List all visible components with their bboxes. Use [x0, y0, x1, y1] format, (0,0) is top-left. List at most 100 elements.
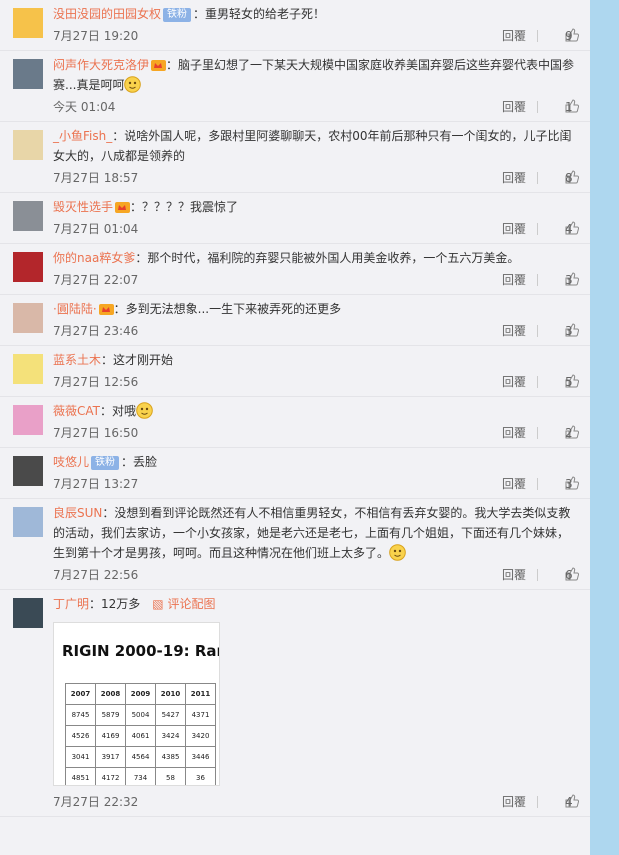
reply-button[interactable]: 回覆 — [502, 24, 526, 48]
image-title: RIGIN 2000-19: Rank — [62, 642, 220, 660]
comment-text: ：这才刚开始 — [101, 353, 174, 367]
comment-meta: 7月27日 22:07 回覆 3 — [53, 268, 580, 294]
timestamp: 7月27日 01:04 — [53, 222, 139, 236]
pic-link[interactable]: ▧ 评论配图 — [152, 597, 215, 611]
like-count: 8 — [565, 171, 573, 185]
reply-button[interactable]: 回覆 — [502, 421, 526, 445]
table-cell: 2008 — [95, 683, 126, 705]
table-cell: 5879 — [95, 704, 126, 726]
avatar[interactable] — [13, 405, 43, 435]
avatar[interactable] — [13, 59, 43, 89]
timestamp: 7月27日 22:32 — [53, 795, 139, 809]
comment-content: 你的naa粹女爹：那个时代，福利院的弃婴只能被外国人用美金收养，一个五六万美金。 — [53, 244, 580, 268]
username-link[interactable]: 薇薇CAT — [53, 404, 100, 418]
avatar[interactable] — [13, 201, 43, 231]
avatar[interactable] — [13, 303, 43, 333]
comment-item: 你的naa粹女爹：那个时代，福利院的弃婴只能被外国人用美金收养，一个五六万美金。… — [0, 244, 590, 295]
divider — [537, 274, 538, 286]
reply-button[interactable]: 回覆 — [502, 268, 526, 292]
table-cell: 2010 — [155, 683, 186, 705]
comment-meta: 7月27日 13:27 回覆 3 — [53, 472, 580, 498]
comment-text: ：？？？？我震惊了 — [130, 200, 239, 214]
username-link[interactable]: 良辰SUN — [53, 506, 102, 520]
right-sidebar — [590, 0, 619, 855]
comment-meta: 今天 01:04 回覆 1 — [53, 95, 580, 121]
avatar[interactable] — [13, 130, 43, 160]
reply-button[interactable]: 回覆 — [502, 95, 526, 119]
like-count: 2 — [565, 426, 573, 440]
comment-content: 没田没园的田园女权 铁粉 ：重男轻女的给老子死！ — [53, 0, 580, 24]
username-link[interactable]: 丁广明 — [53, 597, 89, 611]
timestamp: 7月27日 12:56 — [53, 375, 139, 389]
username-link[interactable]: 你的naa粹女爹 — [53, 251, 135, 265]
reply-button[interactable]: 回覆 — [502, 217, 526, 241]
comment-text: ：12万多 — [89, 597, 141, 611]
divider — [537, 223, 538, 235]
avatar[interactable] — [13, 456, 43, 486]
timestamp: 7月27日 19:20 — [53, 29, 139, 43]
comment-item: 薇薇CAT：对哦 7月27日 16:50 回覆 2 — [0, 397, 590, 448]
reply-button[interactable]: 回覆 — [502, 790, 526, 814]
comment-text: ：丢脸 — [121, 455, 158, 469]
timestamp: 7月27日 23:46 — [53, 324, 139, 338]
comment-content: 毁灭性选手 ：？？？？我震惊了 — [53, 193, 580, 217]
comment-meta: 7月27日 16:50 回覆 2 — [53, 421, 580, 447]
timestamp: 7月27日 22:07 — [53, 273, 139, 287]
table-cell: 3446 — [185, 746, 216, 768]
comment-image[interactable]: RIGIN 2000-19: Rank 2007 2008 2009 2010 2011… — [53, 622, 220, 786]
table-cell: 36 — [185, 767, 216, 785]
timestamp: 7月27日 18:57 — [53, 171, 139, 185]
avatar[interactable] — [13, 507, 43, 537]
reply-button[interactable]: 回覆 — [502, 563, 526, 587]
comment-content: 闷声作大死克洛伊 ：脑子里幻想了一下某天大规模中国家庭收养美国弃婴后这些弃婴代表中… — [53, 51, 580, 95]
timestamp: 7月27日 16:50 — [53, 426, 139, 440]
like-count: 9 — [565, 29, 573, 43]
table-cell: 3917 — [95, 746, 126, 768]
avatar[interactable] — [13, 252, 43, 282]
comment-text: ：那个时代，福利院的弃婴只能被外国人用美金收养，一个五六万美金。 — [135, 251, 520, 265]
comment-content: ·圓陆陆· ：多到无法想象...一生下来被弄死的还更多 — [53, 295, 580, 319]
username-link[interactable]: 没田没园的田园女权 — [53, 7, 161, 21]
comment-item: 蓝系土木：这才刚开始 7月27日 12:56 回覆 5 — [0, 346, 590, 397]
smiley-icon — [136, 402, 153, 419]
comment-feed: 没田没园的田园女权 铁粉 ：重男轻女的给老子死！ 7月27日 19:20 回覆 9 … — [0, 0, 590, 855]
username-link[interactable]: 毁灭性选手 — [53, 200, 113, 214]
comment-meta: 7月27日 18:57 回覆 8 — [53, 166, 580, 192]
avatar[interactable] — [13, 598, 43, 628]
divider — [537, 376, 538, 388]
username-link[interactable]: 闷声作大死克洛伊 — [53, 58, 149, 72]
username-link[interactable]: 吱悠儿 — [53, 455, 89, 469]
like-count: 4 — [565, 795, 573, 809]
reply-button[interactable]: 回覆 — [502, 472, 526, 496]
comment-content: 丁广明：12万多 ▧ 评论配图 RIGIN 2000-19: Rank 2007 2… — [53, 590, 580, 786]
comment-item: 毁灭性选手 ：？？？？我震惊了 7月27日 01:04 回覆 4 — [0, 193, 590, 244]
like-count: 1 — [565, 100, 573, 114]
reply-button[interactable]: 回覆 — [502, 319, 526, 343]
divider — [537, 796, 538, 808]
table-cell: 2011 — [185, 683, 216, 705]
comment-item: 闷声作大死克洛伊 ：脑子里幻想了一下某天大规模中国家庭收养美国弃婴后这些弃婴代表中… — [0, 51, 590, 122]
username-link[interactable]: 蓝系土木 — [53, 353, 101, 367]
username-link[interactable]: ·圓陆陆· — [53, 302, 97, 316]
vip-crown-icon — [113, 200, 131, 214]
comment-item: _小鱼Fish_：说啥外国人呢，多跟村里阿婆聊聊天，农村00年前后那种只有一个闺… — [0, 122, 590, 193]
username-link[interactable]: _小鱼Fish_ — [53, 129, 112, 143]
divider — [537, 569, 538, 581]
avatar[interactable] — [13, 354, 43, 384]
comment-meta: 7月27日 12:56 回覆 5 — [53, 370, 580, 396]
table-cell: 4564 — [125, 746, 156, 768]
comment-meta: 7月27日 19:20 回覆 9 — [53, 24, 580, 50]
timestamp: 7月27日 22:56 — [53, 568, 139, 582]
reply-button[interactable]: 回覆 — [502, 370, 526, 394]
like-count: 4 — [565, 222, 573, 236]
table-cell: 4526 — [65, 725, 96, 747]
comment-meta: 7月27日 22:32 回覆 4 — [53, 790, 580, 816]
avatar[interactable] — [13, 8, 43, 38]
comment-item: 丁广明：12万多 ▧ 评论配图 RIGIN 2000-19: Rank 2007 2… — [0, 590, 590, 817]
divider — [537, 325, 538, 337]
reply-button[interactable]: 回覆 — [502, 166, 526, 190]
table-cell: 3424 — [155, 725, 186, 747]
fan-badge: 铁粉 — [163, 8, 192, 22]
smiley-icon — [124, 76, 142, 93]
table-cell: 4061 — [125, 725, 156, 747]
